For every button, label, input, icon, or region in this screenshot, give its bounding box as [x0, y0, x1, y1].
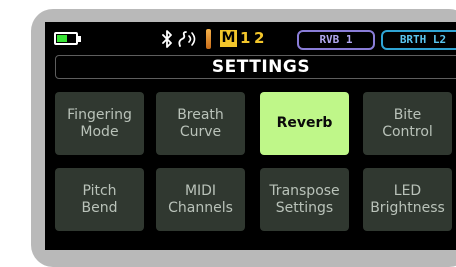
reverb-label: Reverb [276, 115, 333, 131]
transpose-settings-button[interactable]: Transpose Settings [260, 168, 349, 231]
led-brightness-button[interactable]: LED Brightness [363, 168, 452, 231]
memory-badge: M [220, 30, 237, 47]
reverb-status-pill[interactable]: RVB 1 [297, 30, 375, 50]
battery-tip [78, 36, 81, 42]
midi-channels-label: MIDI Channels [168, 182, 233, 216]
breath-curve-label: Breath Curve [177, 106, 224, 140]
battery-icon [54, 32, 78, 45]
fingering-mode-label: Fingering Mode [67, 106, 132, 140]
bite-control-label: Bite Control [382, 106, 433, 140]
memory-slot-2[interactable]: 2 [254, 29, 264, 47]
fingering-mode-button[interactable]: Fingering Mode [55, 92, 144, 155]
pitch-bend-label: Pitch Bend [81, 182, 118, 216]
breath-curve-button[interactable]: Breath Curve [156, 92, 245, 155]
breath-status-pill[interactable]: BRTH L2 [381, 30, 456, 50]
bluetooth-icon [162, 30, 172, 48]
memory-slot-1[interactable]: 1 [240, 29, 250, 47]
title-bar: SETTINGS [55, 55, 456, 79]
midi-channels-button[interactable]: MIDI Channels [156, 168, 245, 231]
led-brightness-label: LED Brightness [370, 182, 445, 216]
pitch-bend-button[interactable]: Pitch Bend [55, 168, 144, 231]
device-screen: M 1 2 RVB 1 BRTH L2 SETTINGS Fingering M… [45, 22, 456, 250]
transpose-settings-label: Transpose Settings [269, 182, 340, 216]
reverb-button[interactable]: Reverb [260, 92, 349, 155]
bite-control-button[interactable]: Bite Control [363, 92, 452, 155]
status-bar: M 1 2 RVB 1 BRTH L2 [45, 22, 456, 52]
battery-level-fill [57, 35, 67, 42]
mouthpiece-icon [206, 29, 211, 49]
breath-sensor-icon [178, 31, 196, 47]
page-title: SETTINGS [211, 57, 311, 77]
